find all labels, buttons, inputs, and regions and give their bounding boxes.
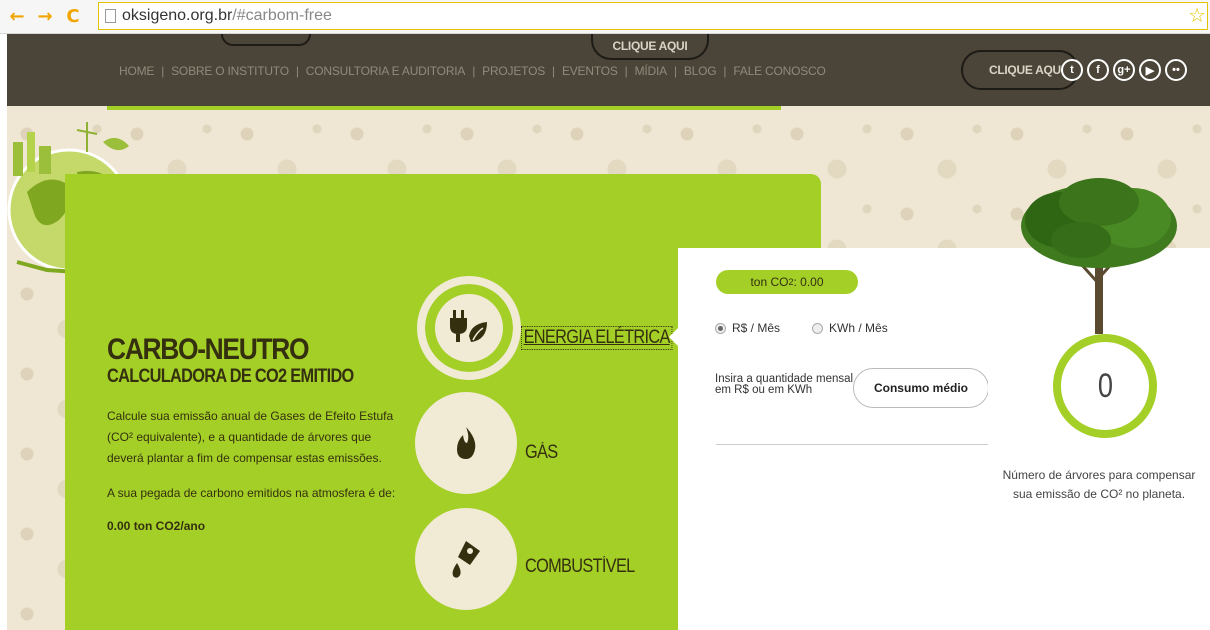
nav-projetos[interactable]: PROJETOS: [482, 64, 545, 78]
category-gas-label[interactable]: GÁS: [525, 442, 558, 464]
reload-icon[interactable]: C: [62, 6, 84, 28]
radio-kwh-mes-label: KWh / Mês: [829, 321, 888, 335]
address-bar[interactable]: oksigeno.org.br/#carbom-free: [98, 2, 1208, 30]
bookmark-star-icon[interactable]: ☆: [1188, 3, 1206, 27]
page-icon: [105, 9, 116, 23]
page: CLIQUE AQUI HOME | SOBRE O INSTITUTO | CON…: [7, 34, 1210, 630]
radio-kwh-mes[interactable]: [812, 322, 824, 334]
category-energy-button[interactable]: [417, 276, 521, 380]
calculator-title: CARBO-NEUTRO: [107, 333, 310, 366]
main-nav: HOME | SOBRE O INSTITUTO | CONSULTORIA E A…: [119, 64, 826, 78]
tree-illustration: [1021, 178, 1177, 334]
category-fuel-button[interactable]: [415, 508, 517, 610]
unit-radio-group: R$ / Mês KWh / Mês: [715, 321, 888, 335]
radio-rs-mes[interactable]: [715, 322, 726, 334]
nav-blog[interactable]: BLOG: [684, 64, 717, 78]
tree-counter: 0: [1053, 334, 1157, 438]
flickr-icon[interactable]: ••: [1165, 59, 1187, 81]
nav-home[interactable]: HOME: [119, 64, 154, 78]
radio-rs-mes-label: R$ / Mês: [732, 321, 781, 335]
nav-midia[interactable]: MÍDIA: [635, 64, 668, 78]
social-links: t f g+ ▶ ••: [1061, 59, 1187, 81]
calc-form-panel: [678, 248, 988, 630]
twitter-icon[interactable]: t: [1061, 59, 1083, 81]
nav-fale-conosco[interactable]: FALE CONOSCO: [733, 64, 825, 78]
fuel-drop-icon: [452, 541, 480, 578]
nav-consultoria[interactable]: CONSULTORIA E AUDITORIA: [306, 64, 466, 78]
facebook-icon[interactable]: f: [1087, 59, 1109, 81]
back-arrow-icon[interactable]: ←: [6, 6, 28, 28]
calculator-description: Calcule sua emissão anual de Gases de Ef…: [107, 409, 394, 465]
tree-counter-caption: Número de árvores para compensar sua emi…: [1002, 468, 1196, 501]
tree-count-value: 0: [1097, 366, 1113, 405]
forward-arrow-icon[interactable]: →: [34, 6, 56, 28]
footprint-value: 0.00 ton CO2/ano: [107, 519, 206, 533]
consumption-input[interactable]: Consumo médio: [853, 368, 989, 408]
url-path: /#carbom-free: [232, 7, 332, 24]
googleplus-icon[interactable]: g+: [1113, 59, 1135, 81]
youtube-icon[interactable]: ▶: [1139, 59, 1161, 81]
panel-pointer: [669, 327, 679, 347]
ton-co2-display: ton CO 2: 0.00: [716, 270, 858, 294]
consumption-input-label: Insira a quantidade mensal em R$ ou em K…: [715, 373, 854, 396]
nav-eventos[interactable]: EVENTOS: [562, 64, 618, 78]
footprint-label: A sua pegada de carbono emitidos na atmo…: [107, 486, 396, 500]
plug-leaf-icon: [450, 310, 487, 342]
cta-top-button[interactable]: CLIQUE AQUI: [591, 34, 709, 60]
header-tab-left[interactable]: [221, 34, 311, 46]
category-energy-label[interactable]: ENERGIA ELÉTRICA: [521, 326, 673, 350]
url-host: oksigeno.org.br: [122, 7, 233, 24]
category-gas-button[interactable]: [415, 392, 517, 494]
form-divider: [716, 444, 988, 445]
browser-toolbar: ← → C oksigeno.org.br/#carbom-free ☆: [0, 0, 1210, 34]
header-accent-line: [107, 106, 781, 110]
flame-icon: [457, 427, 476, 459]
nav-sobre[interactable]: SOBRE O INSTITUTO: [171, 64, 289, 78]
category-fuel-label[interactable]: COMBUSTÍVEL: [525, 556, 635, 578]
calculator-subtitle: CALCULADORA DE CO2 EMITIDO: [107, 366, 354, 387]
